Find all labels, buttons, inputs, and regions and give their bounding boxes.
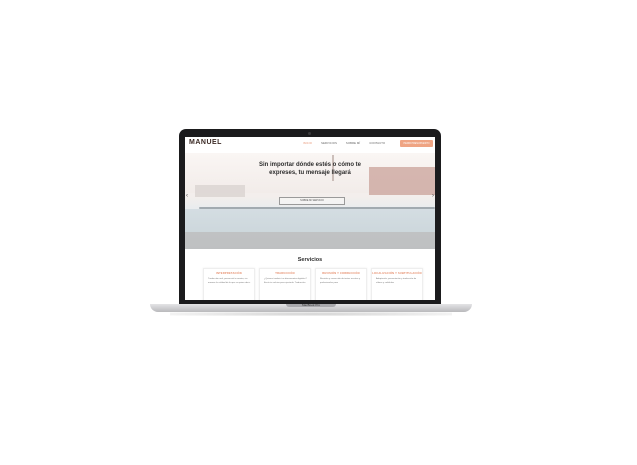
nav-servicios[interactable]: SERVICIOS — [321, 142, 337, 145]
building-left — [195, 185, 245, 197]
service-card[interactable]: INTERPRETACIÓN Traducción oral, presenci… — [203, 268, 255, 300]
service-card-text: ¿Quieres traducir tus documentos digital… — [264, 278, 307, 284]
request-quote-button[interactable]: PEDIR PRESUPUESTO — [400, 140, 433, 147]
hero-banner: Sin importar dónde estés o cómo te expre… — [185, 153, 435, 249]
site-header: MANUEL INICIO SERVICIOS SOBRE MÍ CONTACT… — [185, 137, 435, 153]
service-card[interactable]: LOCALIZACIÓN Y SUBTITULACIÓN Adaptación,… — [371, 268, 423, 300]
service-cards: INTERPRETACIÓN Traducción oral, presenci… — [203, 268, 423, 300]
service-card-text: Revisión y corrección de textos escritos… — [320, 278, 361, 284]
laptop-shadow — [170, 312, 452, 316]
nav-sobre-mi[interactable]: SOBRE MÍ — [346, 142, 360, 145]
laptop-screen: MANUEL INICIO SERVICIOS SOBRE MÍ CONTACT… — [185, 137, 435, 300]
building-red — [369, 167, 435, 195]
service-card-text: Traducción oral, presencial o remota, si… — [208, 278, 251, 284]
chevron-right-icon[interactable]: › — [432, 193, 434, 199]
laptop-lid: MANUEL INICIO SERVICIOS SOBRE MÍ CONTACT… — [179, 129, 441, 304]
hero-title: Sin importar dónde estés o cómo te expre… — [258, 162, 362, 176]
hero-bridge — [199, 207, 435, 209]
service-card[interactable]: TRADUCCIÓN ¿Quieres traducir tus documen… — [259, 268, 311, 300]
service-card[interactable]: REVISIÓN Y CORRECCIÓN Revisión y correcc… — [315, 268, 367, 300]
main-nav: INICIO SERVICIOS SOBRE MÍ CONTACTO — [303, 142, 385, 145]
services-title: Servicios — [297, 257, 323, 263]
hero-quay — [185, 232, 435, 249]
camera-dot — [308, 132, 311, 135]
nav-contacto[interactable]: CONTACTO — [369, 142, 385, 145]
site-logo[interactable]: MANUEL — [189, 139, 222, 146]
service-card-title: LOCALIZACIÓN Y SUBTITULACIÓN — [372, 272, 422, 275]
device-label: MacBook Pro — [301, 303, 320, 307]
about-service-button[interactable]: SOBRE MI SERVICIO — [279, 197, 345, 205]
service-card-text: Adaptación, presentación y traducción de… — [376, 278, 417, 284]
nav-inicio[interactable]: INICIO — [303, 142, 312, 145]
chevron-left-icon[interactable]: ‹ — [186, 193, 188, 199]
laptop-base: MacBook Pro — [150, 303, 472, 312]
service-card-title: REVISIÓN Y CORRECCIÓN — [322, 272, 360, 275]
